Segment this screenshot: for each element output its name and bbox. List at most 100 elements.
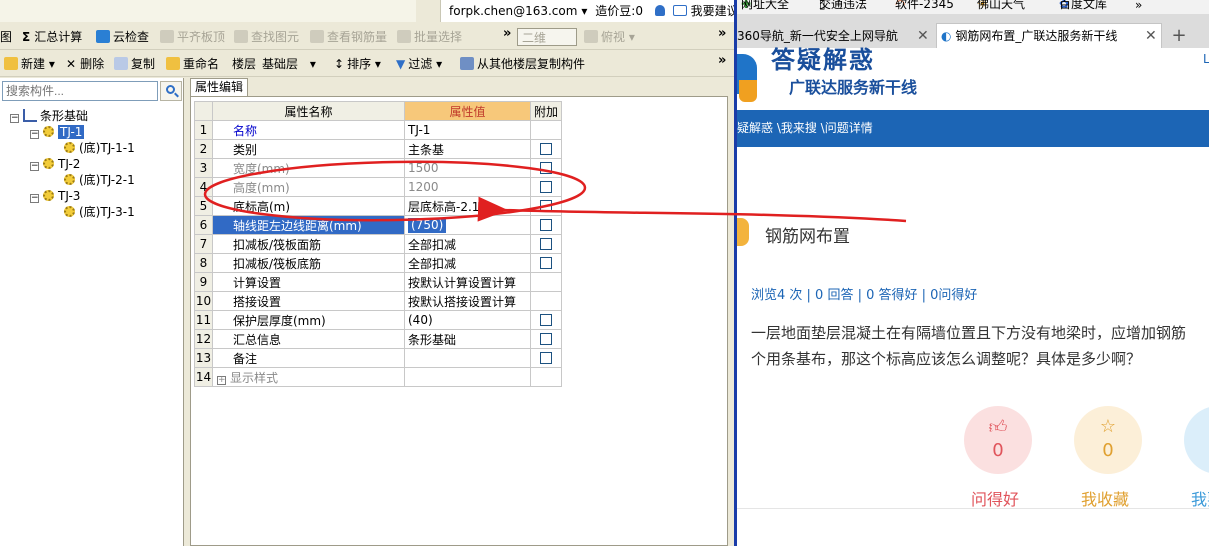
sort-button[interactable]: ↕ 排序 ▾ [334, 55, 381, 73]
attach-checkbox[interactable] [540, 162, 552, 174]
tree-item-tj2[interactable]: − TJ-2 [30, 156, 80, 172]
tree-root-label: 条形基础 [40, 109, 89, 123]
header-property-name[interactable]: 属性名称 [212, 101, 405, 121]
tree-item-tj1[interactable]: − TJ-1 [30, 124, 85, 140]
cloud-check-button[interactable]: 云检查 [96, 28, 149, 46]
question-body-line: 一层地面垫层混凝土在有隔墙位置且下方没有地梁时，应增加钢筋 [751, 324, 1187, 342]
attach-checkbox[interactable] [540, 352, 552, 364]
favorite-label[interactable]: 我收藏 [1081, 486, 1129, 510]
table-row[interactable]: 1 名称 TJ-1 [194, 120, 563, 140]
align-slab-top-button[interactable]: 平齐板顶 [160, 28, 225, 46]
attach-checkbox[interactable] [540, 314, 552, 326]
tree-root[interactable]: − 条形基础 [10, 108, 88, 124]
account-email[interactable]: forpk.chen@163.com [449, 4, 577, 18]
toolbar1-overflow-right-icon[interactable]: » [718, 26, 726, 41]
view-top-select[interactable]: 俯视 ▾ [584, 28, 635, 46]
tree-item-tj1-1[interactable]: (底)TJ-1-1 [64, 140, 135, 156]
search-button[interactable] [160, 81, 182, 101]
view-rebar-button[interactable]: 查看钢筋量 [310, 28, 387, 46]
good-question-button[interactable]: 👍︎ 0 [964, 406, 1032, 474]
tree-item-tj2-1[interactable]: (底)TJ-2-1 [64, 172, 135, 188]
filter-funnel-icon: ▼ [396, 57, 406, 71]
property-value[interactable]: 1200 [404, 177, 531, 197]
header-edge-link[interactable]: L [1203, 52, 1209, 66]
property-value[interactable]: 全部扣减 [404, 253, 531, 273]
attach-checkbox[interactable] [540, 181, 552, 193]
attach-checkbox[interactable] [540, 200, 552, 212]
third-action-label[interactable]: 我要 [1191, 486, 1209, 510]
attach-checkbox[interactable] [540, 238, 552, 250]
toolbar1-overflow-icon[interactable]: » [503, 26, 511, 41]
third-action-button[interactable] [1184, 406, 1209, 474]
account-dropdown-icon[interactable]: ▾ [581, 4, 587, 18]
table-row[interactable]: 2 类别 主条基 [194, 139, 563, 159]
table-row[interactable]: 7 扣减板/筏板面筋 全部扣减 [194, 234, 563, 254]
tree-item-tj3[interactable]: − TJ-3 [30, 188, 80, 204]
search-input[interactable] [2, 81, 158, 101]
copy-from-other-floor-button[interactable]: 从其他楼层复制构件 [460, 55, 585, 73]
attach-checkbox[interactable] [540, 333, 552, 345]
table-row[interactable]: 3 宽度(mm) 1500 [194, 158, 563, 178]
delete-button[interactable]: ✕ 删除 [66, 55, 104, 73]
table-row[interactable]: 11 保护层厚度(mm) (40) [194, 310, 563, 330]
attach-checkbox[interactable] [540, 219, 552, 231]
table-row[interactable]: 12 汇总信息 条形基础 [194, 329, 563, 349]
table-row[interactable]: 5 底标高(m) 层底标高-2.1 [194, 196, 563, 216]
favorites-more-icon[interactable]: » [1135, 0, 1142, 11]
filter-button[interactable]: ▼ 过滤 ▾ [396, 55, 442, 73]
property-value[interactable]: 主条基 [404, 139, 531, 159]
property-value-edit-text[interactable]: (750) [408, 217, 447, 233]
collapse-icon[interactable]: − [30, 130, 39, 139]
table-row[interactable]: 4 高度(mm) 1200 [194, 177, 563, 197]
property-value[interactable]: 层底标高-2.1 [404, 196, 531, 216]
close-icon[interactable]: ✕ [1145, 24, 1157, 48]
toolbar-item-partial[interactable]: 图 [0, 28, 12, 46]
property-value[interactable]: 1500 [404, 158, 531, 178]
tab-property-edit[interactable]: 属性编辑 [190, 78, 249, 96]
new-button[interactable]: 新建 ▾ [4, 55, 55, 73]
property-name-group[interactable]: + 显示样式 [212, 367, 405, 387]
property-value[interactable]: TJ-1 [404, 120, 531, 140]
table-row[interactable]: 14 + 显示样式 [194, 367, 563, 387]
table-row[interactable]: 13 备注 [194, 348, 563, 368]
property-value[interactable]: (40) [404, 310, 531, 330]
table-row[interactable]: 10 搭接设置 按默认搭接设置计算 [194, 291, 563, 311]
bell-icon[interactable] [654, 5, 665, 16]
table-row[interactable]: 9 计算设置 按默认计算设置计算 [194, 272, 563, 292]
toolbar2-overflow-icon[interactable]: » [718, 53, 726, 68]
expand-icon[interactable]: + [217, 375, 226, 385]
attach-checkbox[interactable] [540, 143, 552, 155]
find-element-button[interactable]: 查找图元 [234, 28, 299, 46]
close-icon[interactable]: ✕ [917, 24, 929, 48]
batch-select-button[interactable]: 批量选择 [397, 28, 462, 46]
header-property-value[interactable]: 属性值 [404, 101, 531, 121]
header-attach[interactable]: 附加 [529, 101, 563, 121]
collapse-icon[interactable]: − [30, 194, 39, 203]
collapse-icon[interactable]: − [30, 162, 39, 171]
property-value[interactable]: 全部扣减 [404, 234, 531, 254]
breadcrumb-text[interactable]: 疑解惑 \我来搜 \问题详情 [737, 121, 873, 135]
favorite-label: 佛山天气 [977, 0, 1026, 11]
copy-button[interactable]: 复制 [114, 55, 155, 73]
property-value[interactable] [404, 348, 531, 368]
tree-item-tj3-1[interactable]: (底)TJ-3-1 [64, 204, 135, 220]
favorite-button[interactable]: ☆ 0 [1074, 406, 1142, 474]
tab-rebar-mesh[interactable]: ◐ 钢筋网布置_广联达服务新干线 ✕ [936, 23, 1162, 49]
table-row[interactable]: 8 扣减板/筏板底筋 全部扣减 [194, 253, 563, 273]
property-value[interactable]: 按默认搭接设置计算 [404, 291, 531, 311]
property-value-editor[interactable]: (750) [404, 215, 531, 235]
property-value[interactable]: 条形基础 [404, 329, 531, 349]
view-2d-select[interactable]: 二维 [517, 28, 577, 46]
floor-select[interactable]: 基础层 ▾ [262, 55, 316, 73]
good-question-label[interactable]: 问得好 [971, 486, 1019, 510]
collapse-icon[interactable]: − [10, 114, 19, 123]
property-value[interactable]: 按默认计算设置计算 [404, 272, 531, 292]
rename-button[interactable]: 重命名 [166, 55, 219, 73]
property-value[interactable] [404, 367, 531, 387]
suggestion-link[interactable]: 我要建议 [691, 4, 734, 18]
table-row-selected[interactable]: 6 轴线距左边线距离(mm) (750) [194, 215, 563, 235]
new-tab-button[interactable]: + [1167, 24, 1191, 48]
suggestion-icon[interactable] [672, 5, 687, 16]
attach-checkbox[interactable] [540, 257, 552, 269]
summary-calc-button[interactable]: Σ 汇总计算 [22, 28, 82, 46]
